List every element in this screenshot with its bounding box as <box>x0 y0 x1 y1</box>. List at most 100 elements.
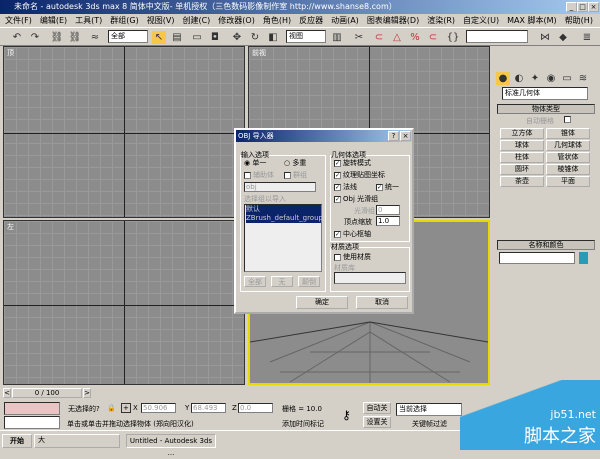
ref-coord-select[interactable]: 视图 <box>286 30 326 43</box>
manipulate-icon[interactable]: ✂ <box>352 31 366 44</box>
snap-icon[interactable]: ⊂ <box>372 31 386 44</box>
menu-item[interactable]: 图表编辑器(D) <box>367 14 419 27</box>
close-button[interactable]: × <box>588 2 599 12</box>
center-pivot-checkbox[interactable]: ✓ 中心枢轴 <box>334 229 371 239</box>
dialog-close-button[interactable]: × <box>400 131 411 141</box>
create-object-button[interactable]: 圆环 <box>500 164 544 175</box>
menu-item[interactable]: 反应器 <box>299 14 323 27</box>
taskbar-item[interactable]: Untitled - Autodesk 3ds ... <box>126 434 216 457</box>
group-list[interactable]: 默认 ZBrush_default_group <box>244 204 323 272</box>
set-key-button[interactable]: 设置关键帧 <box>363 416 391 428</box>
rect-selection-icon[interactable]: ▭ <box>190 31 204 44</box>
ok-button[interactable]: 确定 <box>296 296 348 309</box>
viewport-label[interactable]: 顶 <box>7 48 14 58</box>
auto-key-button[interactable]: 自动关键帧 <box>363 402 391 414</box>
maxscript-output[interactable] <box>4 416 60 429</box>
lock-icon[interactable]: 🔒 <box>107 404 116 412</box>
quick-launch-icon[interactable]: ⼤ <box>34 434 120 448</box>
use-material-checkbox[interactable]: 使用材质 <box>334 252 371 262</box>
multi-radio[interactable]: ○ 多重 <box>284 158 306 168</box>
unlink-icon[interactable]: ⛓ <box>68 31 82 44</box>
name-color-rollup[interactable]: 名称和颜色 <box>497 240 595 250</box>
object-color-swatch[interactable] <box>579 252 588 264</box>
menu-item[interactable]: 修改器(O) <box>218 14 255 27</box>
smooth-checkbox[interactable]: ✓ Obj 光滑组 <box>334 194 378 204</box>
angle-snap-icon[interactable]: △ <box>390 31 404 44</box>
invert-button[interactable]: 颠倒 <box>298 276 320 287</box>
create-object-button[interactable]: 球体 <box>500 140 544 151</box>
material-lib-field[interactable] <box>334 272 406 284</box>
menu-item[interactable]: 渲染(R) <box>427 14 455 27</box>
move-icon[interactable]: ✥ <box>230 31 244 44</box>
object-name-input[interactable] <box>499 252 575 264</box>
viewport-label[interactable]: 左 <box>7 222 14 232</box>
start-button[interactable]: 开始 <box>2 434 32 448</box>
selection-filter-select[interactable]: 全部 <box>108 30 148 43</box>
menu-item[interactable]: 角色(H) <box>263 14 291 27</box>
create-object-button[interactable]: 棱锥体 <box>546 164 590 175</box>
percent-snap-icon[interactable]: % <box>408 31 422 44</box>
x-coord-field[interactable]: 50.906 <box>141 403 176 413</box>
y-coord-field[interactable]: 68.493 <box>191 403 226 413</box>
menu-item[interactable]: MAX 脚本(M) <box>507 14 557 27</box>
named-selection-input[interactable] <box>466 30 528 43</box>
prev-frame-button[interactable]: < <box>3 388 11 398</box>
motion-tab-icon[interactable]: ◉ <box>544 72 558 85</box>
obj-name-field[interactable]: obj <box>244 182 316 192</box>
viewport-left[interactable]: 左 <box>3 220 245 385</box>
object-type-rollup[interactable]: 物体类型 <box>497 104 595 114</box>
abs-mode-icon[interactable]: + <box>121 403 131 413</box>
list-item[interactable]: 默认 <box>246 205 321 214</box>
link-icon[interactable]: ⛓ <box>50 31 64 44</box>
bind-space-warp-icon[interactable]: ≈ <box>88 31 102 44</box>
uv-checkbox[interactable]: ✓ 纹理贴图坐标 <box>334 170 385 180</box>
maximize-button[interactable]: □ <box>577 2 588 12</box>
undo-icon[interactable]: ↶ <box>10 31 24 44</box>
key-selection-select[interactable]: 当前选择 <box>396 403 462 416</box>
window-crossing-icon[interactable]: ◘ <box>208 31 222 44</box>
redo-icon[interactable]: ↷ <box>28 31 42 44</box>
add-time-tag[interactable]: 添加时间标记 <box>282 419 324 429</box>
align-icon[interactable]: ◆ <box>556 31 570 44</box>
select-by-name-icon[interactable]: ▤ <box>170 31 184 44</box>
menu-item[interactable]: 创建(C) <box>182 14 210 27</box>
select-none-button[interactable]: 无 <box>271 276 293 287</box>
menu-item[interactable]: 自定义(U) <box>463 14 499 27</box>
create-tab-icon[interactable]: ● <box>496 72 510 85</box>
key-filters-button[interactable]: 关键帧过滤 <box>412 419 447 429</box>
menu-item[interactable]: 工具(T) <box>75 14 102 27</box>
list-item[interactable]: ZBrush_default_group <box>246 214 323 223</box>
menu-item[interactable]: 编辑(E) <box>40 14 67 27</box>
menu-item[interactable]: 群组(G) <box>110 14 138 27</box>
select-all-button[interactable]: 全部 <box>244 276 266 287</box>
z-coord-field[interactable]: 0.0 <box>238 403 273 413</box>
scale-icon[interactable]: ◧ <box>266 31 280 44</box>
viewport-label[interactable]: 前视 <box>252 48 266 58</box>
hierarchy-tab-icon[interactable]: ✦ <box>528 72 542 85</box>
named-sel-icon[interactable]: {} <box>446 31 460 44</box>
smooth-group-spinner[interactable]: 0 <box>376 205 400 215</box>
group-checkbox[interactable]: 群组 <box>284 170 307 180</box>
single-radio[interactable]: ◉ 单一 <box>244 158 266 168</box>
rotate-checkbox[interactable]: ✓ 旋转模式 <box>334 158 371 168</box>
category-select[interactable]: 标准几何体 <box>502 87 588 100</box>
create-object-button[interactable]: 管状体 <box>546 152 590 163</box>
help-button[interactable]: ? <box>388 131 399 141</box>
helper-checkbox[interactable]: 辅助体 <box>244 170 274 180</box>
spinner-snap-icon[interactable]: ⊂ <box>426 31 440 44</box>
create-object-button[interactable]: 锥体 <box>546 128 590 139</box>
utilities-tab-icon[interactable]: ≋ <box>576 72 590 85</box>
mirror-icon[interactable]: ⋈ <box>538 31 552 44</box>
create-object-button[interactable]: 平面 <box>546 176 590 187</box>
menu-item[interactable]: 文件(F) <box>5 14 32 27</box>
layers-icon[interactable]: ≣ <box>580 31 594 44</box>
viewport-top[interactable]: 顶 <box>3 46 245 218</box>
create-object-button[interactable]: 立方体 <box>500 128 544 139</box>
select-object-icon[interactable]: ↖ <box>152 31 166 44</box>
autogrid-checkbox[interactable] <box>564 116 571 123</box>
normals-checkbox[interactable]: ✓ 法线 <box>334 182 357 192</box>
menu-item[interactable]: 帮助(H) <box>565 14 593 27</box>
rotate-icon[interactable]: ↻ <box>248 31 262 44</box>
menu-item[interactable]: 动画(A) <box>331 14 359 27</box>
next-frame-button[interactable]: > <box>83 388 91 398</box>
